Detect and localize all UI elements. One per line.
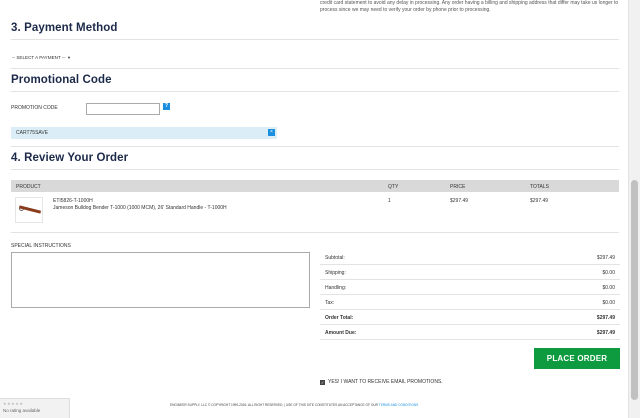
divider bbox=[11, 68, 619, 69]
totals-value: $297.49 bbox=[596, 255, 615, 261]
checkout-page: credit card statement to avoid any delay… bbox=[0, 0, 628, 418]
totals-label: Handling: bbox=[325, 285, 347, 291]
totals-label: Amount Due: bbox=[325, 330, 357, 336]
email-promotions-option[interactable]: ✓ YES! I WANT TO RECEIVE EMAIL PROMOTION… bbox=[320, 379, 443, 385]
product-total: $297.49 bbox=[530, 198, 549, 204]
totals-value: $0.00 bbox=[602, 270, 615, 276]
payment-method-heading: 3. Payment Method bbox=[11, 22, 118, 34]
rating-text: No rating available bbox=[3, 408, 41, 413]
totals-value: $0.00 bbox=[602, 300, 615, 306]
help-icon[interactable]: ? bbox=[163, 103, 170, 110]
product-description: Jameson Bulldog Bender T-1000 (1000 MCM)… bbox=[53, 205, 227, 211]
rating-badge[interactable]: ★★★★★ No rating available bbox=[0, 398, 70, 418]
product-qty: 1 bbox=[388, 198, 391, 204]
promotion-code-label: PROMOTION CODE bbox=[11, 105, 58, 111]
column-header-product: PRODUCT bbox=[16, 183, 41, 190]
rating-stars-icon: ★★★★★ bbox=[3, 401, 24, 406]
totals-row-tax: Tax: $0.00 bbox=[320, 295, 620, 310]
order-totals: Subtotal: $297.49 Shipping: $0.00 Handli… bbox=[320, 250, 620, 340]
totals-label: Subtotal: bbox=[325, 255, 345, 261]
totals-label: Tax: bbox=[325, 300, 335, 306]
column-header-totals: TOTALS bbox=[530, 183, 549, 190]
divider bbox=[11, 232, 619, 233]
order-table-header: PRODUCT QTY PRICE TOTALS bbox=[11, 180, 619, 192]
totals-label: Shipping: bbox=[325, 270, 346, 276]
chevron-down-icon: ▼ bbox=[67, 54, 71, 60]
terms-link[interactable]: TERMS AND CONDITIONS bbox=[379, 403, 419, 407]
column-header-qty: QTY bbox=[388, 183, 399, 190]
special-instructions-textarea[interactable] bbox=[11, 252, 310, 308]
promotional-code-heading: Promotional Code bbox=[11, 74, 112, 86]
divider bbox=[11, 169, 619, 170]
totals-row-order-total: Order Total: $297.49 bbox=[320, 310, 620, 325]
applied-promo-label: CART75SAVE bbox=[16, 130, 49, 136]
payment-select-value: -- SELECT A PAYMENT -- bbox=[12, 54, 66, 60]
remove-promo-icon[interactable]: × bbox=[268, 129, 275, 136]
payment-method-select[interactable]: -- SELECT A PAYMENT -- ▼ bbox=[12, 52, 71, 62]
email-promotions-checkbox[interactable]: ✓ bbox=[320, 379, 325, 385]
processing-notice: credit card statement to avoid any delay… bbox=[320, 0, 619, 13]
product-sku: ETI5826-T-1000H bbox=[53, 198, 93, 204]
totals-row-shipping: Shipping: $0.00 bbox=[320, 265, 620, 280]
divider bbox=[11, 91, 619, 92]
page-scrollbar[interactable] bbox=[628, 0, 640, 418]
scrollbar-thumb[interactable] bbox=[631, 180, 638, 400]
totals-value: $0.00 bbox=[602, 285, 615, 291]
column-header-price: PRICE bbox=[450, 183, 466, 190]
totals-row-amount-due: Amount Due: $297.49 bbox=[320, 325, 620, 340]
totals-row-handling: Handling: $0.00 bbox=[320, 280, 620, 295]
totals-label: Order Total: bbox=[325, 315, 354, 321]
totals-row-subtotal: Subtotal: $297.49 bbox=[320, 250, 620, 265]
email-promotions-label: YES! I WANT TO RECEIVE EMAIL PROMOTIONS. bbox=[328, 379, 443, 385]
special-instructions-label: SPECIAL INSTRUCTIONS bbox=[11, 243, 71, 249]
applied-promo-code: CART75SAVE × bbox=[11, 127, 277, 139]
footer: ENGINEER SUPPLY, LLC © COPYRIGHT 1999-20… bbox=[170, 403, 418, 407]
review-order-heading: 4. Review Your Order bbox=[11, 152, 129, 164]
place-order-button[interactable]: PLACE ORDER bbox=[534, 348, 620, 369]
product-price: $297.49 bbox=[450, 198, 469, 204]
footer-copyright: ENGINEER SUPPLY, LLC © COPYRIGHT 1999-20… bbox=[170, 403, 378, 407]
table-row: ETI5826-T-1000H Jameson Bulldog Bender T… bbox=[11, 193, 619, 229]
divider bbox=[11, 146, 619, 147]
totals-value: $297.49 bbox=[596, 330, 615, 336]
product-thumbnail[interactable] bbox=[15, 197, 43, 223]
divider bbox=[11, 39, 619, 40]
totals-value: $297.49 bbox=[596, 315, 615, 321]
promotion-code-input[interactable] bbox=[86, 103, 160, 115]
